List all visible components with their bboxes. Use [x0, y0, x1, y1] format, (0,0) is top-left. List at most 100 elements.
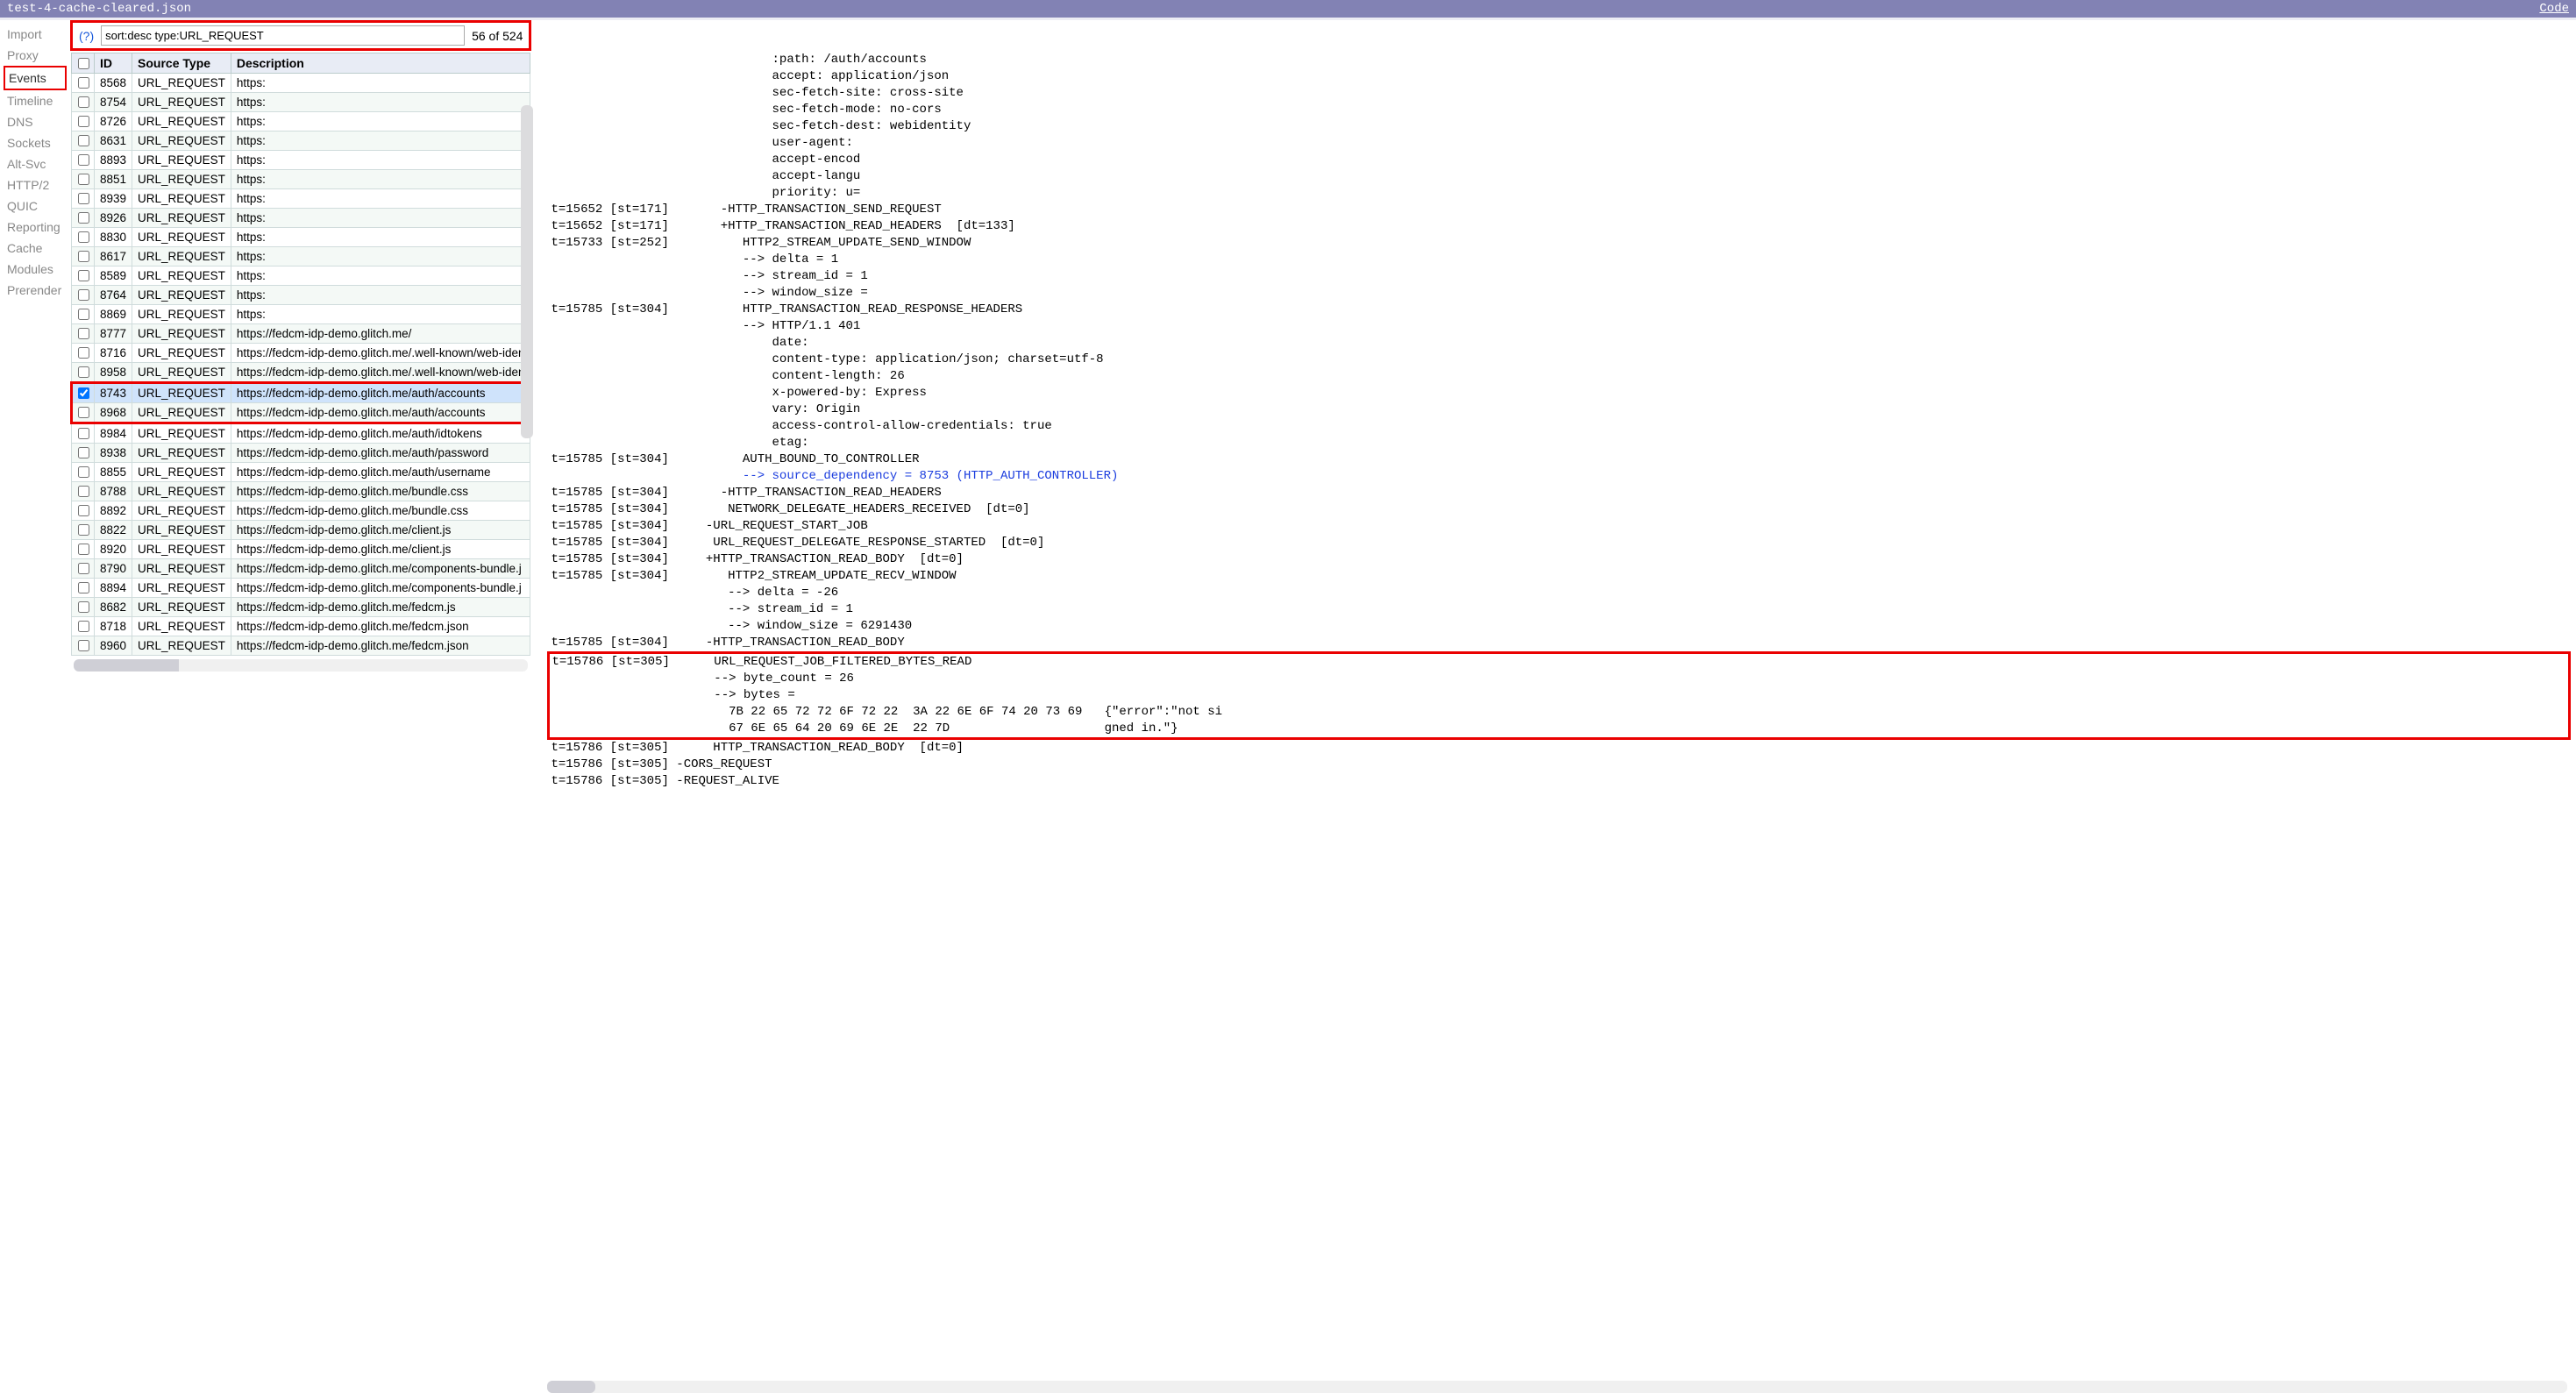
table-row[interactable]: 8830URL_REQUESThttps:: [72, 228, 530, 247]
row-checkbox[interactable]: [78, 270, 89, 281]
table-row[interactable]: 8777URL_REQUESThttps://fedcm-idp-demo.gl…: [72, 324, 530, 344]
row-description: https://fedcm-idp-demo.glitch.me/client.…: [231, 521, 530, 540]
row-checkbox[interactable]: [78, 407, 89, 418]
sidebar-item-import[interactable]: Import: [4, 24, 67, 45]
table-row[interactable]: 8631URL_REQUESThttps:: [72, 131, 530, 151]
table-row[interactable]: 8958URL_REQUESThttps://fedcm-idp-demo.gl…: [72, 363, 530, 383]
header-description[interactable]: Description: [231, 53, 530, 74]
row-checkbox[interactable]: [78, 640, 89, 651]
table-row[interactable]: 8764URL_REQUESThttps:: [72, 286, 530, 305]
table-row[interactable]: 8788URL_REQUESThttps://fedcm-idp-demo.gl…: [72, 482, 530, 501]
table-row[interactable]: 8568URL_REQUESThttps:: [72, 74, 530, 93]
row-checkbox[interactable]: [78, 544, 89, 555]
table-row[interactable]: 8920URL_REQUESThttps://fedcm-idp-demo.gl…: [72, 540, 530, 559]
horizontal-scrollbar-left[interactable]: [74, 659, 528, 672]
table-row[interactable]: 8790URL_REQUESThttps://fedcm-idp-demo.gl…: [72, 559, 530, 579]
table-row[interactable]: 8892URL_REQUESThttps://fedcm-idp-demo.gl…: [72, 501, 530, 521]
row-checkbox[interactable]: [78, 524, 89, 536]
row-checkbox[interactable]: [78, 116, 89, 127]
sidebar-item-quic[interactable]: QUIC: [4, 195, 67, 217]
row-checkbox[interactable]: [78, 505, 89, 516]
row-checkbox[interactable]: [78, 289, 89, 301]
row-description: https://fedcm-idp-demo.glitch.me/bundle.…: [231, 501, 530, 521]
row-checkbox[interactable]: [78, 193, 89, 204]
table-row[interactable]: 8589URL_REQUESThttps:: [72, 266, 530, 286]
table-row[interactable]: 8726URL_REQUESThttps:: [72, 112, 530, 131]
row-checkbox[interactable]: [78, 387, 89, 399]
events-pane: (?) 56 of 524 ID Source Type Description…: [70, 20, 538, 1400]
sidebar-item-cache[interactable]: Cache: [4, 238, 67, 259]
table-row[interactable]: 8682URL_REQUESThttps://fedcm-idp-demo.gl…: [72, 598, 530, 617]
row-checkbox[interactable]: [78, 347, 89, 359]
sidebar-item-events[interactable]: Events: [4, 66, 67, 90]
row-description: https://fedcm-idp-demo.glitch.me/auth/id…: [231, 423, 530, 444]
table-row[interactable]: 8939URL_REQUESThttps:: [72, 189, 530, 209]
row-checkbox[interactable]: [78, 309, 89, 320]
row-checkbox[interactable]: [78, 563, 89, 574]
header-id[interactable]: ID: [95, 53, 132, 74]
table-row[interactable]: 8743URL_REQUESThttps://fedcm-idp-demo.gl…: [72, 383, 530, 403]
row-checkbox[interactable]: [78, 231, 89, 243]
row-checkbox[interactable]: [78, 328, 89, 339]
table-row[interactable]: 8894URL_REQUESThttps://fedcm-idp-demo.gl…: [72, 579, 530, 598]
row-checkbox[interactable]: [78, 486, 89, 497]
row-checkbox[interactable]: [78, 154, 89, 166]
select-all-checkbox[interactable]: [78, 58, 89, 69]
log-line: content-type: application/json; charset=…: [551, 352, 2571, 368]
log-line: sec-fetch-dest: webidentity: [551, 118, 2571, 135]
row-checkbox[interactable]: [78, 96, 89, 108]
row-checkbox[interactable]: [78, 366, 89, 378]
filter-input[interactable]: [101, 25, 465, 46]
sidebar-item-reporting[interactable]: Reporting: [4, 217, 67, 238]
sidebar-item-proxy[interactable]: Proxy: [4, 45, 67, 66]
table-row[interactable]: 8926URL_REQUESThttps:: [72, 209, 530, 228]
log-line: 67 6E 65 64 20 69 6E 2E 22 7D gned in."}: [551, 721, 2566, 737]
sidebar-item-dns[interactable]: DNS: [4, 111, 67, 132]
table-row[interactable]: 8617URL_REQUESThttps:: [72, 247, 530, 266]
help-link[interactable]: (?): [75, 29, 97, 43]
row-checkbox[interactable]: [78, 447, 89, 458]
sidebar-item-sockets[interactable]: Sockets: [4, 132, 67, 153]
table-row[interactable]: 8893URL_REQUESThttps:: [72, 151, 530, 170]
table-row[interactable]: 8718URL_REQUESThttps://fedcm-idp-demo.gl…: [72, 617, 530, 636]
row-checkbox[interactable]: [78, 466, 89, 478]
title-bar: test-4-cache-cleared.json Code: [0, 0, 2576, 18]
row-checkbox[interactable]: [78, 77, 89, 89]
table-row[interactable]: 8984URL_REQUESThttps://fedcm-idp-demo.gl…: [72, 423, 530, 444]
horizontal-scrollbar-right[interactable]: [547, 1381, 2567, 1393]
row-checkbox[interactable]: [78, 428, 89, 439]
sidebar-item-prerender[interactable]: Prerender: [4, 280, 67, 301]
sidebar-item-modules[interactable]: Modules: [4, 259, 67, 280]
header-source-type[interactable]: Source Type: [132, 53, 231, 74]
row-checkbox[interactable]: [78, 582, 89, 593]
table-row[interactable]: 8716URL_REQUESThttps://fedcm-idp-demo.gl…: [72, 344, 530, 363]
table-row[interactable]: 8869URL_REQUESThttps:: [72, 305, 530, 324]
table-row[interactable]: 8968URL_REQUESThttps://fedcm-idp-demo.gl…: [72, 403, 530, 423]
log-line: t=15733 [st=252] HTTP2_STREAM_UPDATE_SEN…: [551, 235, 2571, 252]
log-line: t=15785 [st=304] -HTTP_TRANSACTION_READ_…: [551, 485, 2571, 501]
row-checkbox[interactable]: [78, 251, 89, 262]
vertical-scrollbar[interactable]: [521, 105, 533, 438]
row-description: https://fedcm-idp-demo.glitch.me/bundle.…: [231, 482, 530, 501]
row-checkbox[interactable]: [78, 135, 89, 146]
table-row[interactable]: 8855URL_REQUESThttps://fedcm-idp-demo.gl…: [72, 463, 530, 482]
row-checkbox[interactable]: [78, 601, 89, 613]
row-checkbox[interactable]: [78, 174, 89, 185]
sidebar-item-http2[interactable]: HTTP/2: [4, 174, 67, 195]
row-description: https:: [231, 74, 530, 93]
sidebar-item-altsvc[interactable]: Alt-Svc: [4, 153, 67, 174]
code-link[interactable]: Code: [2539, 2, 2569, 16]
row-source-type: URL_REQUEST: [132, 324, 231, 344]
source-dependency-link[interactable]: --> source_dependency = 8753 (HTTP_AUTH_…: [551, 468, 2571, 485]
row-id: 8855: [95, 463, 132, 482]
table-row[interactable]: 8822URL_REQUESThttps://fedcm-idp-demo.gl…: [72, 521, 530, 540]
row-description: https:: [231, 266, 530, 286]
sidebar-item-timeline[interactable]: Timeline: [4, 90, 67, 111]
table-row[interactable]: 8960URL_REQUESThttps://fedcm-idp-demo.gl…: [72, 636, 530, 656]
table-row[interactable]: 8851URL_REQUESThttps:: [72, 170, 530, 189]
row-source-type: URL_REQUEST: [132, 247, 231, 266]
table-row[interactable]: 8938URL_REQUESThttps://fedcm-idp-demo.gl…: [72, 444, 530, 463]
row-checkbox[interactable]: [78, 212, 89, 224]
row-checkbox[interactable]: [78, 621, 89, 632]
table-row[interactable]: 8754URL_REQUESThttps:: [72, 93, 530, 112]
